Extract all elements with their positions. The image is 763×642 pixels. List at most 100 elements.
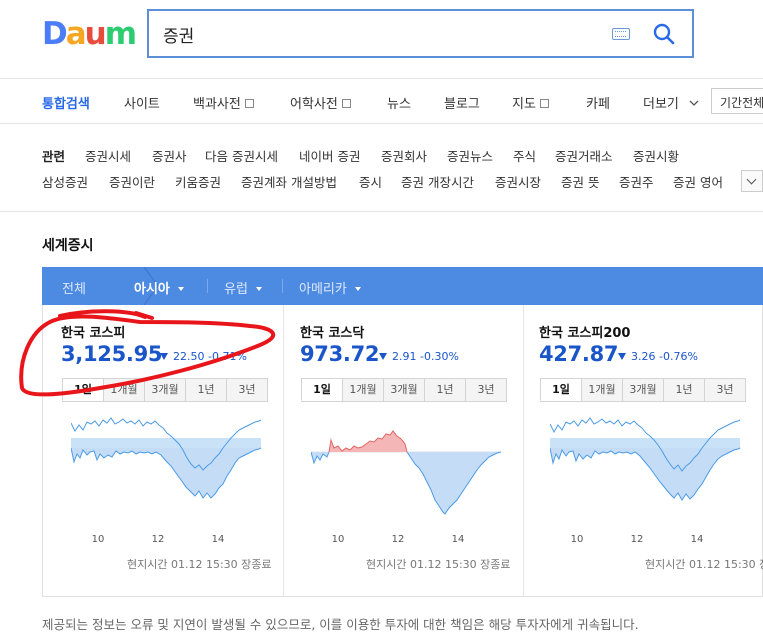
- period-tab-1m[interactable]: 1개월: [103, 379, 144, 401]
- expand-related-button[interactable]: [741, 170, 763, 192]
- caret-down-icon: [255, 287, 262, 291]
- period-tab-3m[interactable]: 3개월: [144, 379, 185, 401]
- related-link[interactable]: 증권시세: [85, 146, 131, 165]
- related-link[interactable]: 증권 뜻: [561, 172, 599, 191]
- disclaimer-text: 제공되는 정보는 오류 및 지연이 발생될 수 있으므로, 이를 이용한 투자에…: [42, 617, 639, 632]
- region-tab-asia[interactable]: 아시아: [134, 278, 184, 297]
- search-input[interactable]: [163, 21, 583, 47]
- index-name: 한국 코스피: [61, 326, 126, 341]
- region-label: 아메리카: [299, 282, 347, 297]
- tab-blog[interactable]: 블로그: [444, 93, 480, 112]
- tab-more[interactable]: 더보기: [643, 93, 699, 112]
- tab-site[interactable]: 사이트: [124, 93, 160, 112]
- caret-down-icon: [177, 287, 184, 291]
- x-tick-label: 14: [452, 534, 465, 545]
- checkbox-icon[interactable]: [539, 99, 549, 108]
- tab-label: 어학사전: [290, 97, 338, 112]
- index-panel-kosdaq: 한국 코스닥 973.72 2.91 -0.30% 1일 1개월 3개월 1년 …: [283, 305, 523, 596]
- related-link[interactable]: 증권사: [152, 146, 187, 165]
- related-link[interactable]: 증권이란: [109, 172, 155, 191]
- down-triangle-icon: [160, 353, 168, 360]
- daum-logo[interactable]: Daum: [42, 16, 137, 52]
- tab-encyclopedia[interactable]: 백과사전: [193, 93, 254, 112]
- period-tabs: 1일 1개월 3개월 1년 3년: [301, 378, 507, 402]
- index-change-text: 22.50 -0.71%: [173, 350, 247, 363]
- related-link[interactable]: 증권시황: [633, 146, 679, 165]
- related-link[interactable]: 증권회사: [381, 146, 427, 165]
- period-tab-1y[interactable]: 1년: [424, 379, 465, 401]
- region-tab-america[interactable]: 아메리카: [299, 278, 361, 297]
- related-label: 관련: [42, 149, 66, 164]
- region-tab-all[interactable]: 전체: [62, 278, 86, 297]
- index-value: 973.72: [300, 342, 380, 366]
- period-tab-1y[interactable]: 1년: [663, 379, 704, 401]
- related-link[interactable]: 네이버 증권: [299, 146, 360, 165]
- related-link[interactable]: 키움증권: [175, 172, 221, 191]
- tab-integrated[interactable]: 통합검색: [42, 93, 90, 112]
- index-change-text: 3.26 -0.76%: [631, 350, 698, 363]
- period-tab-1d[interactable]: 1일: [62, 379, 103, 401]
- checkbox-icon[interactable]: [244, 99, 254, 108]
- related-link[interactable]: 증권뉴스: [447, 146, 493, 165]
- x-tick-label: 10: [92, 534, 105, 545]
- period-tab-1d[interactable]: 1일: [540, 379, 581, 401]
- caret-down-icon: [354, 287, 361, 291]
- related-link[interactable]: 증권 영어: [673, 172, 723, 191]
- market-time: 현지시간 01.12 15:30 장종료: [645, 558, 763, 571]
- period-tab-1d[interactable]: 1일: [301, 379, 342, 401]
- region-tab-europe[interactable]: 유럽: [224, 278, 262, 297]
- chart-area-down: [311, 452, 501, 514]
- index-change: 2.91 -0.30%: [379, 350, 459, 363]
- related-link[interactable]: 삼성증권: [42, 172, 88, 191]
- period-tab-1m[interactable]: 1개월: [342, 379, 383, 401]
- related-link[interactable]: 증권계좌 개설방법: [241, 172, 337, 191]
- search-box: [147, 9, 694, 58]
- index-change: 3.26 -0.76%: [618, 350, 698, 363]
- period-select[interactable]: 기간전체: [711, 88, 763, 114]
- related-link[interactable]: 증권시장: [495, 172, 541, 191]
- related-link[interactable]: 주식: [513, 146, 536, 165]
- x-tick-label: 12: [631, 534, 644, 545]
- region-label: 아시아: [134, 282, 170, 297]
- tab-label: 지도: [512, 97, 536, 112]
- keyboard-icon[interactable]: [612, 28, 630, 40]
- related-link[interactable]: 증권 개장시간: [401, 172, 474, 191]
- intraday-chart: 10 12 14: [311, 430, 502, 545]
- index-name: 한국 코스피200: [539, 326, 631, 341]
- related-link[interactable]: 증권주: [619, 172, 654, 191]
- tab-map[interactable]: 지도: [512, 93, 549, 112]
- period-tab-1m[interactable]: 1개월: [581, 379, 622, 401]
- related-searches: 관련 증권시세 증권사 다음 증권시세 네이버 증권 증권회사 증권뉴스 주식 …: [0, 124, 763, 212]
- period-tab-3y[interactable]: 3년: [226, 379, 267, 401]
- index-name: 한국 코스닥: [300, 326, 365, 341]
- tab-label: 더보기: [643, 97, 679, 112]
- index-change: 22.50 -0.71%: [160, 350, 247, 363]
- period-tab-3y[interactable]: 3년: [465, 379, 506, 401]
- tab-news[interactable]: 뉴스: [387, 93, 411, 112]
- x-tick-label: 14: [212, 534, 225, 545]
- period-tab-3m[interactable]: 3개월: [383, 379, 424, 401]
- index-panel-kospi: 한국 코스피 3,125.95 22.50 -0.71% 1일 1개월 3개월 …: [43, 305, 283, 596]
- related-link[interactable]: 다음 증권시세: [205, 146, 278, 165]
- search-icon[interactable]: [652, 22, 676, 46]
- header: Daum: [0, 0, 763, 78]
- checkbox-icon[interactable]: [341, 99, 351, 108]
- related-link[interactable]: 증권거래소: [555, 146, 613, 165]
- down-triangle-icon: [379, 353, 387, 360]
- region-tabs: 전체 아시아 유럽 아메리카: [42, 267, 763, 305]
- down-triangle-icon: [618, 353, 626, 360]
- period-tabs: 1일 1개월 3개월 1년 3년: [62, 378, 268, 402]
- region-label: 유럽: [224, 282, 248, 297]
- tab-cafe[interactable]: 카페: [586, 93, 610, 112]
- x-tick-label: 10: [332, 534, 345, 545]
- period-tab-1y[interactable]: 1년: [185, 379, 226, 401]
- related-link[interactable]: 증시: [359, 172, 382, 191]
- intraday-chart: 10 12 14: [550, 417, 741, 545]
- tab-dictionary[interactable]: 어학사전: [290, 93, 351, 112]
- tab-label: 백과사전: [193, 97, 241, 112]
- index-change-text: 2.91 -0.30%: [392, 350, 459, 363]
- section-title: 세계증시: [42, 238, 94, 254]
- x-tick-label: 12: [152, 534, 165, 545]
- period-tab-3m[interactable]: 3개월: [622, 379, 663, 401]
- period-tab-3y[interactable]: 3년: [704, 379, 745, 401]
